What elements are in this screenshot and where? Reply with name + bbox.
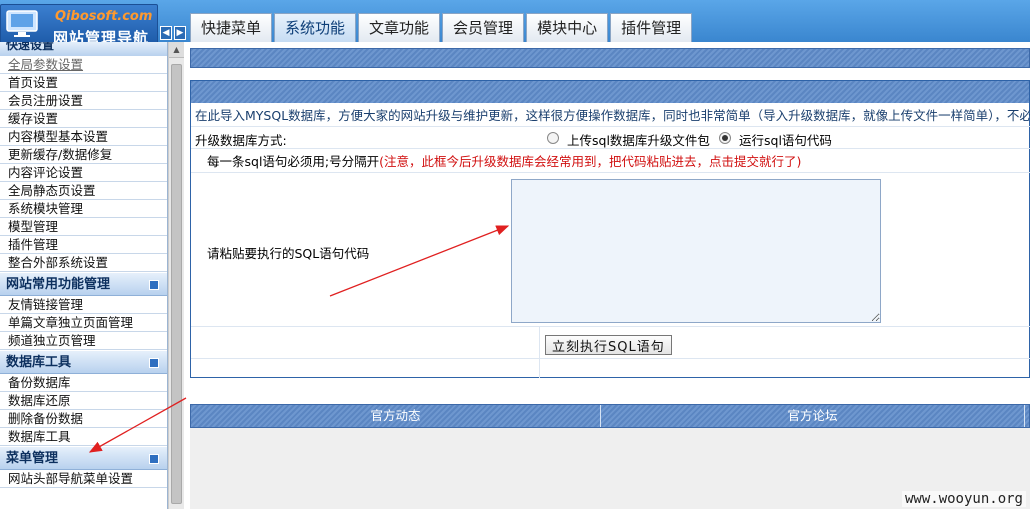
sidebar-item-comments[interactable]: 内容评论设置 — [0, 164, 167, 182]
sidebar-item-member-register[interactable]: 会员注册设置 — [0, 92, 167, 110]
divider — [539, 326, 540, 378]
method-label: 升级数据库方式: — [195, 133, 287, 148]
main-content: 在此导入MYSQL数据库，方便大家的网站升级与维护更新，这样很方便操作数据库，同… — [186, 42, 1030, 509]
logo: Qibosoft.com 网站管理导航 — [0, 4, 158, 47]
execute-sql-button[interactable]: 立刻执行SQL语句 — [545, 335, 672, 355]
sidebar-item-channel-page[interactable]: 频道独立页管理 — [0, 332, 167, 350]
collapse-icon[interactable] — [149, 280, 159, 290]
official-forum-heading: 官方论坛 — [601, 405, 1025, 427]
scroll-thumb[interactable] — [171, 64, 182, 504]
top-bar: Qibosoft.com 网站管理导航 ◀ ▶ 快捷菜单 系统功能 文章功能 会… — [0, 0, 1030, 47]
collapse-left-icon[interactable]: ◀ — [160, 26, 172, 40]
tab-member-management[interactable]: 会员管理 — [442, 13, 525, 42]
sidebar-item-static-pages[interactable]: 全局静态页设置 — [0, 182, 167, 200]
expand-right-icon[interactable]: ▶ — [174, 26, 186, 40]
section-title: 网站常用功能管理 — [6, 277, 111, 292]
radio-upload-label[interactable]: 上传sql数据库升级文件包 — [567, 130, 710, 149]
section-title: 菜单管理 — [6, 451, 59, 466]
tab-module-center[interactable]: 模块中心 — [526, 13, 609, 42]
admin-app: Qibosoft.com 网站管理导航 ◀ ▶ 快捷菜单 系统功能 文章功能 会… — [0, 0, 1030, 509]
sidebar-item-backup-db[interactable]: 备份数据库 — [0, 374, 167, 392]
sidebar-scrollbar[interactable]: ▲ — [168, 42, 184, 509]
collapse-icon[interactable] — [149, 454, 159, 464]
sql-textarea[interactable] — [511, 179, 881, 323]
radio-run-label[interactable]: 运行sql语句代码 — [739, 130, 832, 149]
official-news-heading: 官方动态 — [191, 405, 601, 427]
sidebar-item-single-article-page[interactable]: 单篇文章独立页面管理 — [0, 314, 167, 332]
sidebar-item-restore-db[interactable]: 数据库还原 — [0, 392, 167, 410]
tab-article-functions[interactable]: 文章功能 — [358, 13, 441, 42]
radio-run-sql[interactable] — [719, 132, 731, 144]
sidebar-section-quick-settings[interactable]: 快速设置 — [0, 42, 167, 56]
intro-text: 在此导入MYSQL数据库，方便大家的网站升级与维护更新，这样很方便操作数据库，同… — [191, 105, 1030, 127]
collapse-icon[interactable] — [149, 358, 159, 368]
sidebar-item-db-tool[interactable]: 数据库工具 — [0, 428, 167, 446]
sql-label: 请粘贴要执行的SQL语句代码 — [207, 246, 370, 261]
sidebar: 快速设置 全局参数设置 首页设置 会员注册设置 缓存设置 内容模型基本设置 更新… — [0, 42, 168, 509]
sidebar-item-global-params[interactable]: 全局参数设置 — [0, 56, 167, 74]
sidebar-item-header-nav-menu[interactable]: 网站头部导航菜单设置 — [0, 470, 167, 488]
sql-note: 每一条sql语句必须用;号分隔开(注意，此框今后升级数据库会经常用到，把代码粘贴… — [191, 151, 1030, 173]
monitor-icon — [6, 10, 38, 37]
sidebar-item-system-modules[interactable]: 系统模块管理 — [0, 200, 167, 218]
tab-shortcut-menu[interactable]: 快捷菜单 — [190, 13, 273, 42]
top-stripe-bar — [190, 48, 1030, 68]
section-title: 数据库工具 — [6, 355, 72, 370]
sidebar-item-plugins[interactable]: 插件管理 — [0, 236, 167, 254]
sidebar-item-delete-backup[interactable]: 删除备份数据 — [0, 410, 167, 428]
top-tabs: 快捷菜单 系统功能 文章功能 会员管理 模块中心 插件管理 — [190, 13, 693, 42]
sidebar-section-common-functions[interactable]: 网站常用功能管理 — [0, 272, 167, 296]
sidebar-section-database-tools[interactable]: 数据库工具 — [0, 350, 167, 374]
sidebar-item-update-cache[interactable]: 更新缓存/数据修复 — [0, 146, 167, 164]
watermark: www.wooyun.org — [901, 491, 1026, 507]
panel-header — [191, 81, 1029, 103]
sql-upgrade-panel: 在此导入MYSQL数据库，方便大家的网站升级与维护更新，这样很方便操作数据库，同… — [190, 80, 1030, 378]
footer-header: 官方动态 官方论坛 — [190, 404, 1030, 428]
radio-upload-package[interactable] — [547, 132, 559, 144]
method-row: 升级数据库方式: 上传sql数据库升级文件包 运行sql语句代码 — [191, 127, 1030, 149]
divider — [191, 326, 1030, 327]
sidebar-item-homepage[interactable]: 首页设置 — [0, 74, 167, 92]
sidebar-item-external-integration[interactable]: 整合外部系统设置 — [0, 254, 167, 272]
tab-system-functions[interactable]: 系统功能 — [274, 13, 357, 42]
scroll-up-icon[interactable]: ▲ — [169, 42, 184, 58]
brand-text: Qibosoft.com — [55, 9, 153, 24]
sidebar-item-model-management[interactable]: 模型管理 — [0, 218, 167, 236]
sidebar-item-cache[interactable]: 缓存设置 — [0, 110, 167, 128]
sidebar-item-friend-links[interactable]: 友情链接管理 — [0, 296, 167, 314]
tab-plugin-management[interactable]: 插件管理 — [610, 13, 693, 42]
note-warning: (注意，此框今后升级数据库会经常用到，把代码粘贴进去，点击提交就行了) — [379, 154, 802, 169]
sidebar-item-content-model[interactable]: 内容模型基本设置 — [0, 128, 167, 146]
sidebar-section-menu-management[interactable]: 菜单管理 — [0, 446, 167, 470]
note-prefix: 每一条sql语句必须用;号分隔开 — [207, 154, 380, 169]
button-row: 立刻执行SQL语句 — [191, 331, 1030, 359]
